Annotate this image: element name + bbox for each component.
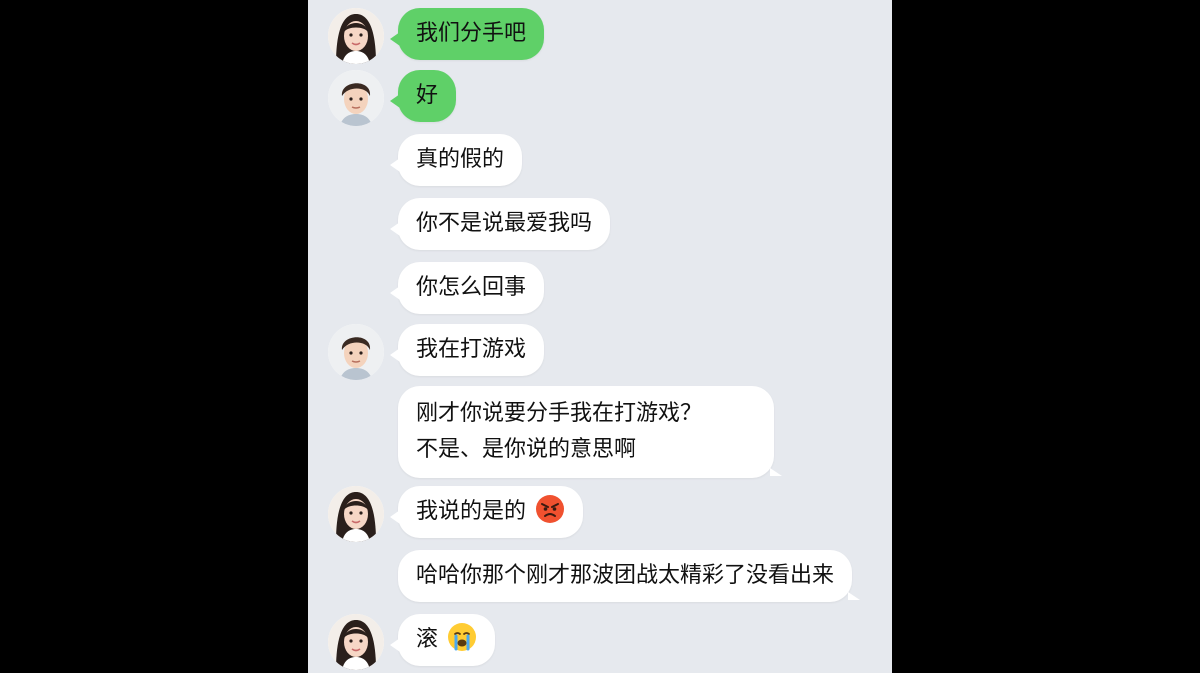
message-row: 好: [308, 70, 892, 130]
message-bubble[interactable]: 刚才你说要分手我在打游戏？ 不是、是你说的意思啊: [398, 386, 782, 478]
message-text: 我们分手吧: [416, 21, 527, 46]
message-bubble[interactable]: 你不是说最爱我吗: [390, 198, 611, 250]
message-bubble[interactable]: 好: [390, 70, 457, 122]
screen: 我们分手吧 好 真的假的 你不是说最爱我吗 你怎么回事 我在打游戏 刚才你说要分…: [0, 0, 1200, 673]
message-text: 真的假的: [416, 147, 505, 172]
bubble-tail: [390, 510, 400, 524]
message-bubble[interactable]: 哈哈你那个刚才那波团战太精彩了没看出来: [398, 550, 861, 602]
message-bubble[interactable]: 你怎么回事: [390, 262, 545, 314]
message-row: 你不是说最爱我吗: [308, 198, 892, 258]
message-text-line-1: 刚才你说要分手我在打游戏？: [416, 401, 703, 426]
message-row: 真的假的: [308, 134, 892, 194]
girl-avatar-icon: [328, 614, 384, 670]
message-row: 你怎么回事: [308, 262, 892, 322]
message-bubble[interactable]: 我在打游戏: [390, 324, 545, 376]
girl-avatar-icon: [328, 486, 384, 542]
bubble-tail: [390, 94, 400, 108]
message-text: 你怎么回事: [416, 275, 527, 300]
boy-avatar-icon: [328, 70, 384, 126]
message-text: 你不是说最爱我吗: [416, 211, 593, 236]
message-text: 我在打游戏: [416, 337, 527, 362]
boy-avatar-icon: [328, 324, 384, 380]
bubble-tail: [390, 286, 400, 300]
girl-avatar-icon: [328, 8, 384, 64]
crying-face-emoji: [447, 620, 477, 651]
bubble-tail: [848, 592, 861, 600]
message-text: 我说的是的: [416, 499, 527, 524]
message-bubble[interactable]: 滚: [390, 614, 496, 666]
bubble-tail: [390, 32, 400, 46]
bubble-tail: [390, 348, 400, 362]
message-text: 哈哈你那个刚才那波团战太精彩了没看出来: [416, 563, 835, 588]
message-row: 哈哈你那个刚才那波团战太精彩了没看出来: [308, 550, 892, 610]
message-bubble[interactable]: 真的假的: [390, 134, 523, 186]
message-text-line-2: 不是、是你说的意思啊: [416, 437, 637, 462]
message-row: 我们分手吧: [308, 8, 892, 68]
message-row: 刚才你说要分手我在打游戏？ 不是、是你说的意思啊: [308, 386, 892, 480]
boy-avatar[interactable]: [328, 70, 384, 126]
girl-avatar[interactable]: [328, 486, 384, 542]
message-text: 滚: [416, 627, 439, 652]
message-bubble[interactable]: 我说的是的: [390, 486, 584, 538]
girl-avatar[interactable]: [328, 614, 384, 670]
boy-avatar[interactable]: [328, 324, 384, 380]
message-bubble[interactable]: 我们分手吧: [390, 8, 545, 60]
angry-face-emoji: [535, 492, 565, 523]
bubble-tail: [390, 638, 400, 652]
chat-panel: 我们分手吧 好 真的假的 你不是说最爱我吗 你怎么回事 我在打游戏 刚才你说要分…: [308, 0, 892, 673]
bubble-tail: [390, 158, 400, 172]
girl-avatar[interactable]: [328, 8, 384, 64]
bubble-tail: [390, 222, 400, 236]
message-row: 我在打游戏: [308, 324, 892, 384]
message-row: 我说的是的: [308, 486, 892, 546]
message-row: 滚: [308, 614, 892, 673]
message-text: 好: [416, 83, 439, 108]
bubble-tail: [770, 468, 782, 476]
